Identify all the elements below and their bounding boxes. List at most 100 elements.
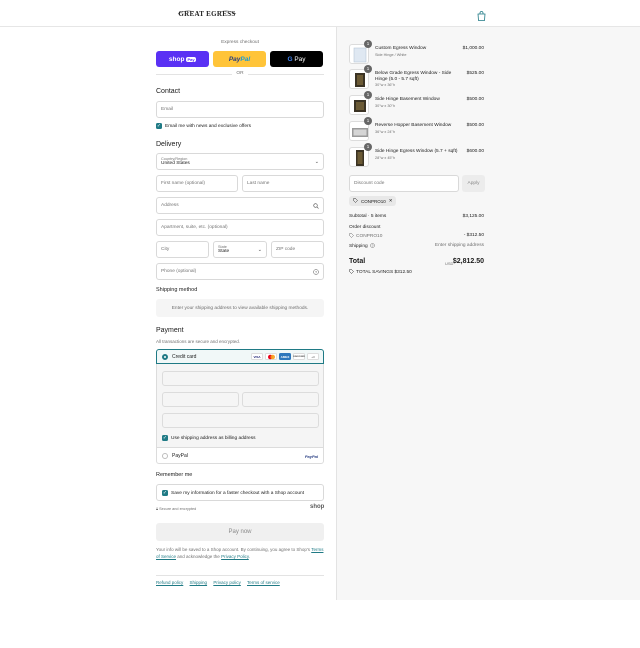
discount-code-field[interactable]: Discount code <box>349 175 459 192</box>
item-variant: 28"w x 45"h <box>375 156 396 160</box>
payment-subtitle: All transactions are secure and encrypte… <box>156 339 241 344</box>
paypal-label: PayPal <box>172 453 188 459</box>
shipping-row: Shipping ? <box>349 243 375 250</box>
item-price: $525.00 <box>466 71 484 76</box>
tag-icon <box>353 198 358 204</box>
shop-pay-button[interactable]: shop Pay <box>156 51 209 67</box>
svg-text:?: ? <box>371 244 373 248</box>
or-divider-text: OR <box>232 71 248 76</box>
divider <box>156 575 324 576</box>
remove-code-icon[interactable]: ✕ <box>389 198 393 204</box>
credit-card-radio[interactable] <box>162 354 168 360</box>
city-placeholder: City <box>161 247 170 252</box>
card-number-field[interactable] <box>162 371 319 386</box>
privacy-policy-link[interactable]: Privacy Policy <box>221 554 249 559</box>
city-field[interactable]: City <box>156 241 209 258</box>
terms-text-3: . <box>248 554 251 559</box>
contact-heading: Contact <box>156 88 181 95</box>
apartment-field[interactable]: Apartment, suite, etc. (optional) <box>156 219 324 236</box>
list-item: 1 Reverse Hopper Basement Window 36"w x … <box>349 117 489 143</box>
list-item: 1 Side Hinge Egress Window (5.7 + sqft) … <box>349 143 489 169</box>
discount-value: - $312.50 <box>463 233 484 238</box>
remember-me-box[interactable]: ✓ Save my information for a faster check… <box>156 484 324 501</box>
quantity-badge: 1 <box>364 91 372 99</box>
item-price: $500.00 <box>466 97 484 102</box>
total-label: Total <box>349 258 366 265</box>
country-value: United States <box>161 160 190 166</box>
store-logo[interactable]: GREAT EGRESS <box>176 6 238 20</box>
discount-placeholder: Discount code <box>354 181 385 186</box>
remember-label: Save my information for a faster checkou… <box>171 490 305 496</box>
item-variant: 36"w x 24"h <box>375 130 396 134</box>
remember-checkbox[interactable]: ✓ <box>162 489 168 496</box>
total-value: $2,812.50 <box>452 258 484 265</box>
paypal-text-a: Pay <box>228 55 241 63</box>
pay-now-button[interactable]: Pay now <box>156 523 324 541</box>
address-field[interactable]: Address <box>156 197 324 214</box>
shopping-bag-icon[interactable] <box>477 8 486 21</box>
zip-field[interactable]: ZIP code <box>271 241 324 258</box>
terms-text: Your info will be saved to a Shop accoun… <box>156 546 324 560</box>
discount-chip: CONPRO10 ✕ <box>349 196 396 206</box>
remember-heading: Remember me <box>156 472 193 478</box>
total-savings-text: TOTAL SAVINGS $312.50 <box>356 270 412 275</box>
help-icon[interactable]: ? <box>369 243 375 250</box>
chevron-down-icon: ⌄ <box>257 247 262 253</box>
shipping-label: Shipping <box>349 244 368 249</box>
privacy-policy-footer-link[interactable]: Privacy policy <box>213 580 241 585</box>
billing-checkbox[interactable]: ✓ <box>162 435 168 441</box>
credit-card-label: Credit card <box>172 354 197 360</box>
terms-of-service-footer-link[interactable]: Terms of service <box>247 580 280 585</box>
item-variant: 30"w x 30"h <box>375 104 396 108</box>
checkout-form: Express checkout shop Pay Pay Pal G Pay O… <box>0 27 336 600</box>
last-name-field[interactable]: Last name <box>242 175 324 192</box>
help-icon[interactable]: ? <box>313 269 319 277</box>
state-select[interactable]: State State ⌄ <box>213 241 267 258</box>
phone-placeholder: Phone (optional) <box>161 269 197 274</box>
discount-code-row: CONPRO10 <box>349 233 382 240</box>
more-cards-badge: +3 <box>307 353 319 360</box>
credit-card-option[interactable]: Credit card VISA AMEX DISCOVER +3 <box>156 349 324 364</box>
shipping-link[interactable]: Shipping <box>190 580 208 585</box>
phone-field[interactable]: Phone (optional) ? <box>156 263 324 280</box>
item-name: Custom Egress Window <box>375 46 427 51</box>
payment-heading: Payment <box>156 327 184 334</box>
item-price: $1,000.00 <box>462 46 484 51</box>
paypal-option[interactable]: PayPal PayPal <box>156 447 324 464</box>
tag-icon <box>349 269 354 276</box>
shipping-method-heading: Shipping method <box>156 287 198 293</box>
refund-policy-link[interactable]: Refund policy <box>156 580 183 585</box>
first-name-placeholder: First name (optional) <box>161 181 205 186</box>
item-price: $600.00 <box>466 149 484 154</box>
state-value: State <box>218 248 230 254</box>
name-on-card-field[interactable] <box>162 413 319 428</box>
list-item: 1 Below Grade Egress Window - Side Hinge… <box>349 65 489 91</box>
paypal-logo-icon: PayPal <box>304 454 318 459</box>
terms-text-1: Your info will be saved to a Shop accoun… <box>156 547 311 552</box>
header: GREAT EGRESS <box>0 0 640 27</box>
paypal-radio[interactable] <box>162 453 168 459</box>
expiration-field[interactable] <box>162 392 239 407</box>
google-pay-button[interactable]: G Pay <box>270 51 323 67</box>
paypal-text-b: Pal <box>240 55 251 63</box>
chevron-down-icon: ⌄ <box>314 159 319 165</box>
shipping-method-message: Enter your shipping address to view avai… <box>156 299 324 317</box>
paypal-express-button[interactable]: Pay Pal <box>213 51 266 67</box>
shop-logo: shop <box>310 504 325 510</box>
gpay-text: Pay <box>294 55 306 63</box>
item-name: Side Hinge Egress Window (5.7 + sqft) <box>375 149 458 154</box>
last-name-placeholder: Last name <box>247 181 270 186</box>
item-name: Side Hinge Basement Window <box>375 97 440 102</box>
quantity-badge: 1 <box>364 117 372 125</box>
credit-card-panel: ✓ Use shipping address as billing addres… <box>156 364 324 447</box>
shipping-value: Enter shipping address <box>434 243 484 248</box>
apply-button[interactable]: Apply <box>462 175 485 192</box>
first-name-field[interactable]: First name (optional) <box>156 175 238 192</box>
shop-pay-text: shop <box>168 55 185 63</box>
country-select[interactable]: Country/Region United States ⌄ <box>156 153 324 170</box>
subtotal-value: $3,125.00 <box>462 214 484 219</box>
email-field[interactable]: Email <box>156 101 324 118</box>
security-code-field[interactable] <box>242 392 319 407</box>
discover-icon: DISCOVER <box>293 353 305 360</box>
news-checkbox[interactable]: ✓ <box>156 123 162 129</box>
